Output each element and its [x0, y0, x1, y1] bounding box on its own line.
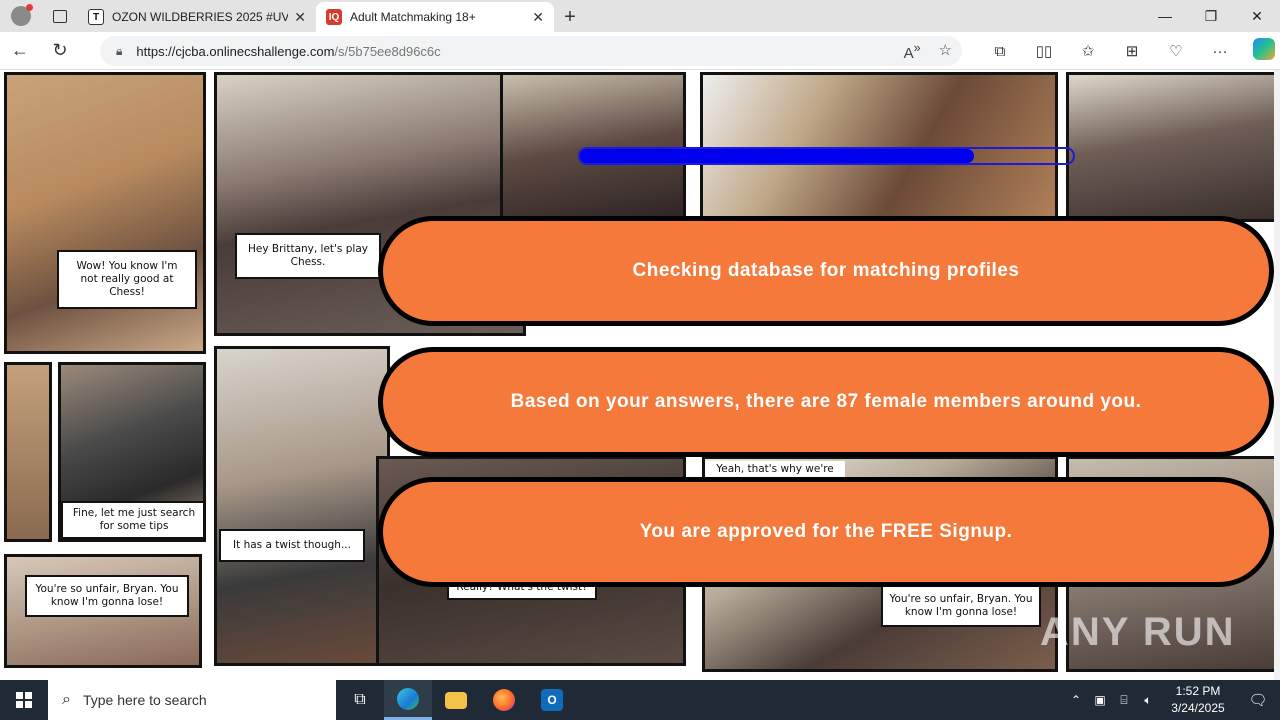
edge-icon	[397, 687, 419, 710]
progress-fill	[580, 149, 975, 163]
url-host: https://cjcba.onlinecshallenge.com	[136, 43, 335, 59]
folder-icon	[445, 691, 467, 709]
restore-button[interactable]: ❐	[1188, 0, 1234, 32]
favorites-icon[interactable]: ✩	[1066, 42, 1110, 60]
copilot-button[interactable]	[1242, 38, 1280, 64]
lock-icon[interactable]: 🔒︎	[116, 44, 122, 59]
url-text: https://cjcba.onlinecshallenge.com/s/5b7…	[136, 44, 440, 59]
wifi-icon[interactable]: ⌸	[1112, 693, 1136, 708]
volume-icon[interactable]: 🔈︎	[1136, 693, 1160, 708]
comic-panel	[1066, 72, 1280, 222]
close-tab-icon[interactable]: ✕	[294, 9, 306, 26]
task-view-button[interactable]: ⧉	[336, 680, 384, 720]
minimize-button[interactable]: —	[1142, 0, 1188, 32]
close-window-button[interactable]: ✕	[1234, 0, 1280, 32]
refresh-icon: ↻	[52, 40, 68, 60]
comic-panel: It has a twist though...	[214, 346, 390, 666]
comic-bubble: Hey Brittany, let's play Chess.	[235, 233, 381, 279]
copilot-icon	[1253, 38, 1275, 60]
window-controls: — ❐ ✕	[1142, 0, 1280, 32]
message-members-found: Based on your answers, there are 87 fema…	[378, 347, 1274, 457]
clock[interactable]: 1:52 PM 3/24/2025	[1160, 683, 1236, 717]
collections-icon[interactable]: ⊞	[1110, 42, 1154, 60]
comic-bubble: Yeah, that's why we're	[705, 461, 845, 478]
windows-logo-icon	[16, 692, 32, 708]
tab-adult-matchmaking[interactable]: IQ Adult Matchmaking 18+ ✕	[316, 2, 554, 32]
comic-bubble: You're so unfair, Bryan. You know I'm go…	[25, 575, 189, 617]
tab-actions-button[interactable]	[42, 0, 78, 32]
page-scrollbar[interactable]	[1274, 70, 1280, 680]
start-button[interactable]	[0, 680, 48, 720]
watermark-logo: ANY RUN	[1040, 610, 1236, 654]
tab-ozon[interactable]: T OZON WILDBERRIES 2025 #UVKL ✕	[78, 2, 316, 32]
comic-bubble: Fine, let me just search for some tips	[61, 501, 203, 539]
taskbar-search-placeholder: Type here to search	[82, 692, 207, 708]
taskbar-search-box[interactable]: ⌕ Type here to search	[48, 680, 336, 720]
tab-actions-icon	[53, 9, 67, 23]
new-tab-button[interactable]: +	[554, 2, 586, 32]
task-view-icon: ⧉	[354, 691, 366, 708]
clock-time: 1:52 PM	[1175, 684, 1221, 698]
outlook-button[interactable]: O	[528, 680, 576, 720]
favorite-star-icon[interactable]: ☆	[939, 41, 952, 62]
profile-avatar-icon	[11, 4, 33, 26]
file-explorer-button[interactable]	[432, 680, 480, 720]
search-icon: ⌕	[62, 691, 71, 708]
address-bar[interactable]: 🔒︎ https://cjcba.onlinecshallenge.com/s/…	[100, 36, 962, 66]
comic-bubble: It has a twist though...	[219, 529, 365, 562]
browser-tab-bar: T OZON WILDBERRIES 2025 #UVKL ✕ IQ Adult…	[0, 0, 1280, 32]
back-arrow-icon: ←	[11, 40, 29, 60]
split-screen-icon[interactable]: ▯▯	[1022, 42, 1066, 60]
message-checking-database: Checking database for matching profiles	[378, 216, 1274, 326]
tab-title: Adult Matchmaking 18+	[350, 10, 476, 24]
comic-panel	[4, 362, 52, 542]
browser-toolbar: ← ↻ 🔒︎ https://cjcba.onlinecshallenge.co…	[0, 32, 1280, 70]
tab-title: OZON WILDBERRIES 2025 #UVKL	[112, 10, 289, 24]
comic-panel: Wow! You know I'm not really good at Che…	[4, 72, 206, 354]
tab-favicon-icon: IQ	[326, 9, 342, 25]
firefox-button[interactable]	[480, 680, 528, 720]
comic-bubble: Wow! You know I'm not really good at Che…	[57, 250, 197, 309]
extensions-icon[interactable]: ⧉	[978, 43, 1022, 60]
windows-taskbar: ⌕ Type here to search ⧉ O ⌃ ▣ ⌸ 🔈︎ 1:52 …	[0, 680, 1280, 720]
notifications-icon[interactable]: 🗨︎	[1236, 691, 1280, 709]
tab-favicon-icon: T	[88, 9, 104, 25]
outlook-icon: O	[541, 689, 563, 711]
back-button[interactable]: ←	[0, 32, 40, 70]
refresh-button[interactable]: ↻	[40, 32, 80, 70]
comic-panel: Fine, let me just search for some tips	[58, 362, 206, 542]
close-tab-icon[interactable]: ✕	[532, 9, 544, 26]
read-aloud-icon[interactable]: A»	[904, 41, 921, 62]
chevron-up-icon[interactable]: ⌃	[1064, 693, 1088, 707]
matching-progress-bar	[578, 147, 1075, 165]
page-content: Wow! You know I'm not really good at Che…	[0, 70, 1280, 680]
more-options-icon[interactable]: ···	[1198, 43, 1242, 60]
edge-taskbar-button[interactable]	[384, 680, 432, 720]
comic-panel: You're so unfair, Bryan. You know I'm go…	[4, 554, 202, 668]
system-tray: ⌃ ▣ ⌸ 🔈︎ 1:52 PM 3/24/2025 🗨︎	[1064, 680, 1280, 720]
message-approved-signup: You are approved for the FREE Signup.	[378, 477, 1274, 587]
firefox-icon	[493, 689, 515, 711]
comic-bubble: You're so unfair, Bryan. You know I'm go…	[881, 585, 1041, 627]
network-status-icon[interactable]: ▣	[1088, 693, 1112, 707]
profile-button[interactable]	[0, 0, 42, 32]
url-path: /s/5b75ee8d96c6c	[334, 43, 441, 59]
clock-date: 3/24/2025	[1171, 701, 1225, 715]
browser-essentials-icon[interactable]: ♡	[1154, 42, 1198, 60]
